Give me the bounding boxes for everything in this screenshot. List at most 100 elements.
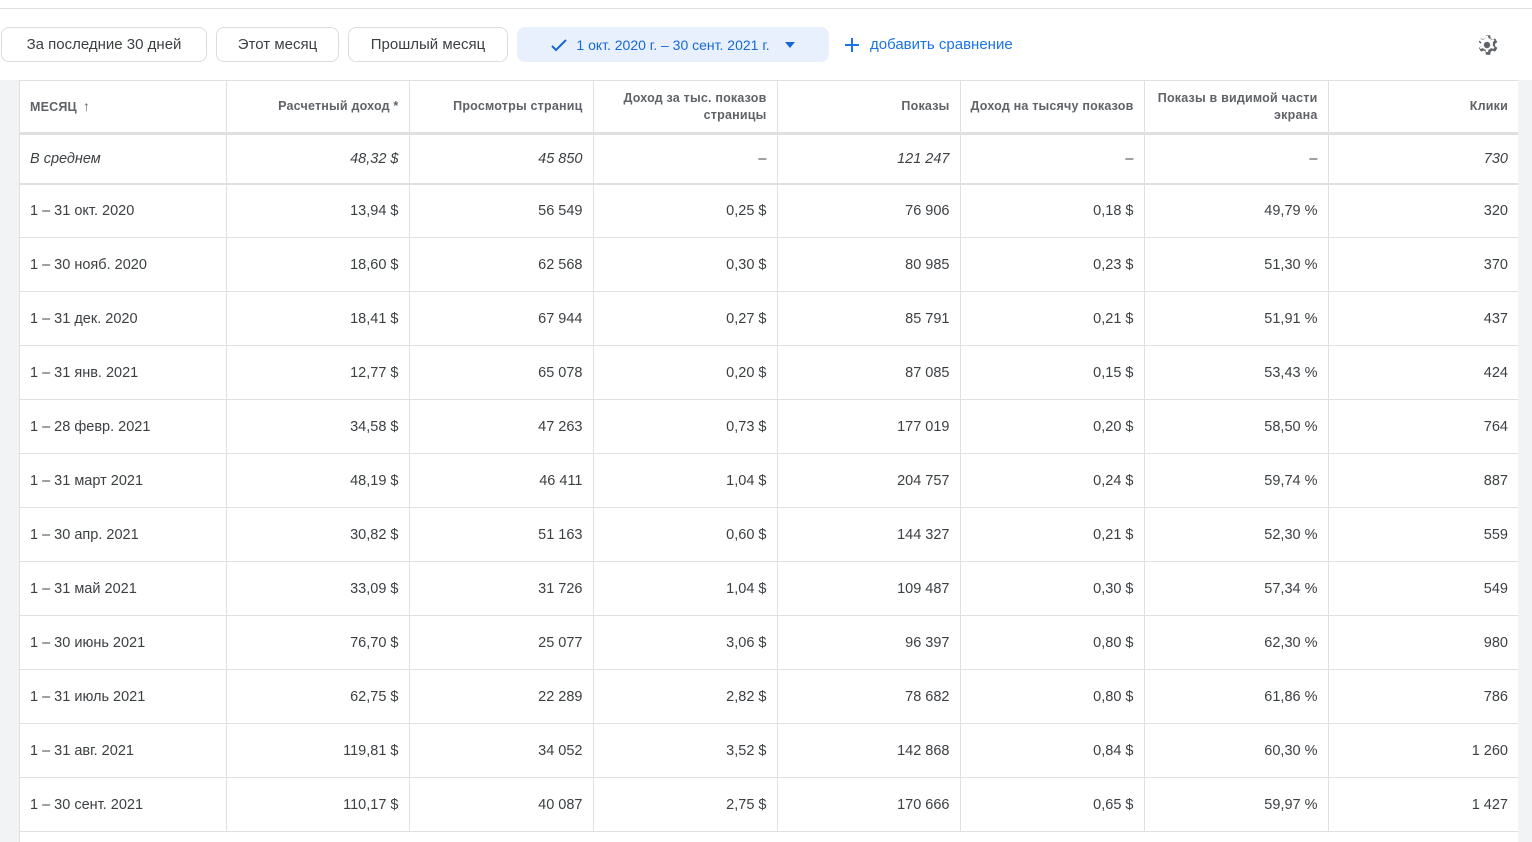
cell-clicks: 549	[1328, 561, 1518, 616]
cell-month: 1 – 31 май 2021	[20, 561, 227, 616]
table-row: 1 – 31 март 2021 48,19 $46 411 1,04 $204 7…	[20, 453, 1518, 508]
cell-estimated-earnings: 110,17 $	[226, 777, 410, 832]
cell-page-views: 47 263	[409, 399, 594, 454]
cell-month: 1 – 31 авг. 2021	[20, 723, 227, 778]
cell-active-view-viewable: 58,50 %	[1144, 399, 1329, 454]
column-header-active-view-viewable[interactable]: Показы в видимой части экрана	[1144, 80, 1329, 135]
column-header-impression-rpm[interactable]: Доход на тысячу показов	[960, 80, 1145, 135]
column-header-label: Просмотры страниц	[453, 99, 583, 113]
column-header-page-views[interactable]: Просмотры страниц	[409, 80, 594, 135]
cell-impressions: 144 327	[777, 507, 961, 562]
cell-page-rpm: 3,52 $	[593, 723, 778, 778]
scrollbar-track[interactable]	[1518, 80, 1532, 842]
cell-estimated-earnings: 76,70 $	[226, 615, 410, 670]
table-row: 1 – 31 янв. 2021 12,77 $65 078 0,20 $87 08…	[20, 345, 1518, 400]
column-header-page-rpm[interactable]: Доход за тыс. показов страницы	[593, 80, 778, 135]
cell-page-views: 45 850	[409, 133, 594, 185]
table-row: 1 – 28 февр. 2021 34,58 $47 263 0,73 $177 …	[20, 399, 1518, 454]
cell-estimated-earnings: 62,75 $	[226, 669, 410, 724]
cell-page-views: 56 549	[409, 183, 594, 238]
cell-page-rpm: 0,30 $	[593, 237, 778, 292]
table-row: 1 – 31 май 2021 33,09 $31 726 1,04 $109 48…	[20, 561, 1518, 616]
cell-page-views: 67 944	[409, 291, 594, 346]
cell-page-rpm: 3,06 $	[593, 615, 778, 670]
cell-page-rpm: 1,04 $	[593, 561, 778, 616]
cell-page-views: 34 052	[409, 723, 594, 778]
cell-impression-rpm: 0,65 $	[960, 777, 1145, 832]
divider	[0, 8, 1532, 9]
cell-page-views: 62 568	[409, 237, 594, 292]
left-gutter	[0, 80, 20, 842]
cell-month: 1 – 28 февр. 2021	[20, 399, 227, 454]
cell-page-views: 22 289	[409, 669, 594, 724]
cell-clicks: 730	[1328, 133, 1518, 185]
add-comparison-button[interactable]: добавить сравнение	[844, 27, 1013, 62]
column-header-label: Расчетный доход *	[278, 99, 399, 113]
preset-this-month[interactable]: Этот месяц	[216, 27, 339, 62]
date-toolbar: За последние 30 дней Этот месяц Прошлый …	[0, 27, 1532, 63]
report-table: МЕСЯЦ ↑ Расчетный доход * Просмотры страниц…	[20, 80, 1518, 832]
table-row: 1 – 31 окт. 2020 13,94 $56 549 0,25 $76 90…	[20, 183, 1518, 238]
cell-page-rpm: 2,75 $	[593, 777, 778, 832]
column-header-label: Показы	[901, 99, 950, 113]
table-row: 1 – 30 апр. 2021 30,82 $51 163 0,60 $144 3…	[20, 507, 1518, 562]
cell-impression-rpm: 0,20 $	[960, 399, 1145, 454]
cell-active-view-viewable: 62,30 %	[1144, 615, 1329, 670]
sort-ascending-icon[interactable]: ↑	[83, 98, 90, 114]
date-range-selector[interactable]: 1 окт. 2020 г. – 30 сент. 2021 г.	[517, 27, 829, 62]
cell-page-views: 31 726	[409, 561, 594, 616]
cell-impressions: 121 247	[777, 133, 961, 185]
cell-page-rpm: 0,25 $	[593, 183, 778, 238]
average-row: В среднем 48,32 $45 850–121 247– –730	[20, 133, 1518, 185]
date-range-label: 1 окт. 2020 г. – 30 сент. 2021 г.	[576, 36, 770, 53]
cell-month: 1 – 31 март 2021	[20, 453, 227, 508]
cell-month: 1 – 31 янв. 2021	[20, 345, 227, 400]
cell-estimated-earnings: 34,58 $	[226, 399, 410, 454]
cell-active-view-viewable: –	[1144, 133, 1329, 185]
settings-gear-icon[interactable]	[1474, 32, 1500, 58]
dropdown-arrow-icon	[784, 41, 795, 48]
cell-estimated-earnings: 13,94 $	[226, 183, 410, 238]
column-header-label: Доход за тыс. показов страницы	[623, 90, 767, 122]
cell-month: 1 – 30 сент. 2021	[20, 777, 227, 832]
cell-page-rpm: 0,27 $	[593, 291, 778, 346]
cell-active-view-viewable: 61,86 %	[1144, 669, 1329, 724]
table-row: 1 – 30 сент. 2021 110,17 $40 087 2,75 $170…	[20, 777, 1518, 832]
cell-page-rpm: 2,82 $	[593, 669, 778, 724]
column-header-estimated-earnings[interactable]: Расчетный доход *	[226, 80, 410, 135]
cell-page-views: 40 087	[409, 777, 594, 832]
preset-last-month[interactable]: Прошлый месяц	[348, 27, 508, 62]
cell-clicks: 424	[1328, 345, 1518, 400]
cell-page-rpm: 0,60 $	[593, 507, 778, 562]
cell-page-views: 51 163	[409, 507, 594, 562]
plus-icon	[845, 37, 859, 52]
column-header-clicks[interactable]: Клики	[1328, 80, 1518, 135]
cell-clicks: 887	[1328, 453, 1518, 508]
cell-estimated-earnings: 48,32 $	[226, 133, 410, 185]
cell-impression-rpm: 0,24 $	[960, 453, 1145, 508]
column-header-impressions[interactable]: Показы	[777, 80, 961, 135]
cell-active-view-viewable: 51,30 %	[1144, 237, 1329, 292]
column-header-label: Клики	[1469, 99, 1508, 113]
cell-estimated-earnings: 33,09 $	[226, 561, 410, 616]
cell-impression-rpm: 0,30 $	[960, 561, 1145, 616]
preset-last-30-days[interactable]: За последние 30 дней	[1, 27, 207, 62]
cell-impressions: 76 906	[777, 183, 961, 238]
column-header-month[interactable]: МЕСЯЦ ↑	[20, 80, 227, 135]
cell-impressions: 170 666	[777, 777, 961, 832]
cell-page-views: 46 411	[409, 453, 594, 508]
cell-clicks: 764	[1328, 399, 1518, 454]
cell-impressions: 80 985	[777, 237, 961, 292]
cell-clicks: 1 427	[1328, 777, 1518, 832]
table-row: 1 – 30 июнь 2021 76,70 $25 077 3,06 $96 39…	[20, 615, 1518, 670]
cell-estimated-earnings: 119,81 $	[226, 723, 410, 778]
cell-page-views: 25 077	[409, 615, 594, 670]
cell-impressions: 78 682	[777, 669, 961, 724]
cell-estimated-earnings: 18,60 $	[226, 237, 410, 292]
cell-estimated-earnings: 18,41 $	[226, 291, 410, 346]
cell-active-view-viewable: 59,97 %	[1144, 777, 1329, 832]
cell-impression-rpm: 0,15 $	[960, 345, 1145, 400]
cell-impressions: 87 085	[777, 345, 961, 400]
cell-impression-rpm: –	[960, 133, 1145, 185]
cell-impressions: 109 487	[777, 561, 961, 616]
